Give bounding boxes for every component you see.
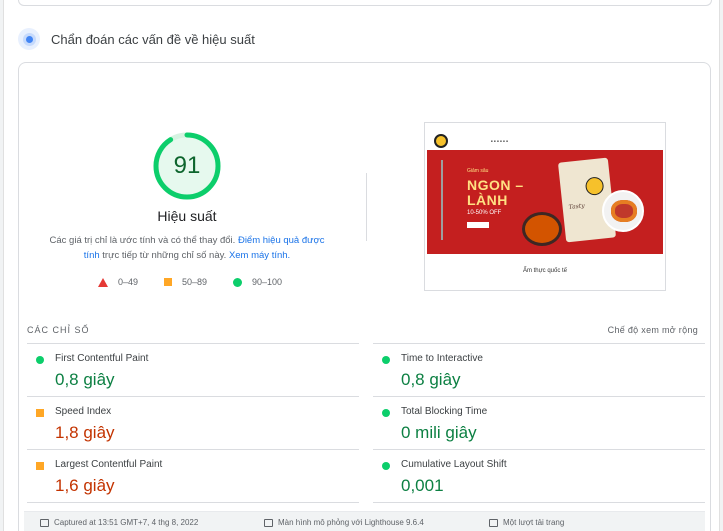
site-logo-icon <box>434 134 448 148</box>
device-text: Màn hình mô phỏng với Lighthouse 9.6.4 <box>278 518 424 527</box>
average-indicator-icon <box>36 462 44 470</box>
metric-value: 1,8 giây <box>55 423 115 442</box>
good-indicator-icon <box>36 356 44 364</box>
legend-label-average: 50–89 <box>182 277 208 287</box>
bag-badge-icon <box>584 176 605 197</box>
screenshot-topbar <box>425 123 665 133</box>
metric-value: 0,001 <box>401 476 444 495</box>
desc-text-1: Các giá trị chỉ là ước tính và có thể th… <box>49 235 238 246</box>
metric-lcp: Largest Contentful Paint 1,6 giây <box>27 450 359 503</box>
metric-value: 0,8 giây <box>55 370 115 389</box>
metrics-column-left: First Contentful Paint 0,8 giây Speed In… <box>27 343 359 503</box>
report-frame: Chẩn đoán các vấn đề về hiệu suất 91 Hiệ… <box>3 0 720 531</box>
metric-name: Speed Index <box>55 406 112 417</box>
legend-item-average: 50–89 <box>164 277 207 287</box>
metrics-label: CÁC CHỈ SỐ <box>27 325 90 335</box>
expanded-view-toggle[interactable]: Chế độ xem mở rộng <box>608 325 698 335</box>
captured-at: Captured at 13:51 GMT+7, 4 thg 8, 2022 <box>40 518 198 527</box>
metric-value: 0,8 giây <box>401 370 461 389</box>
page-load-info: Một lượt tải trang <box>489 518 564 527</box>
metric-value: 1,6 giây <box>55 476 115 495</box>
performance-description: Các giá trị chỉ là ước tính và có thể th… <box>41 233 333 263</box>
page-screenshot[interactable]: ■ ■ ■ ■ ■ ■ Giảm sâu NGON – LÀNH 10-50% O… <box>424 122 666 291</box>
hero-small-text: Giảm sâu <box>467 168 489 174</box>
calculator-link[interactable]: Xem máy tính. <box>229 250 290 261</box>
triangle-red-icon <box>98 277 108 287</box>
good-indicator-icon <box>382 462 390 470</box>
food-plate-image <box>602 190 644 232</box>
performance-card: 91 Hiệu suất Các giá trị chỉ là ước tính… <box>18 62 711 531</box>
metric-tbt: Total Blocking Time 0 mili giây <box>373 397 705 450</box>
legend-label-poor: 0–49 <box>118 277 139 287</box>
screenshot-menu: ■ ■ ■ ■ ■ ■ <box>491 139 509 143</box>
metric-name: Cumulative Layout Shift <box>401 459 507 470</box>
legend-item-good: 90–100 <box>233 277 282 287</box>
pointer-icon <box>489 518 498 527</box>
vertical-divider <box>366 173 367 241</box>
bag-script: Tasty <box>568 202 585 211</box>
good-indicator-icon <box>382 409 390 417</box>
screenshot-section-title: Ẩm thực quốc tế <box>522 268 568 274</box>
metric-name: Total Blocking Time <box>401 406 488 417</box>
section-title: Chẩn đoán các vấn đề về hiệu suất <box>51 31 255 47</box>
hero-big-text: NGON – LÀNH <box>467 177 524 208</box>
square-orange-icon <box>164 278 172 286</box>
metric-speed-index: Speed Index 1,8 giây <box>27 397 359 450</box>
fork-icon <box>441 160 443 240</box>
previous-card-edge <box>18 0 712 6</box>
diagnostics-icon <box>18 28 40 50</box>
screenshot-hero-banner: Giảm sâu NGON – LÀNH 10-50% OFF Tasty <box>427 150 663 254</box>
monitor-icon <box>264 518 273 527</box>
metric-cls: Cumulative Layout Shift 0,001 <box>373 450 705 503</box>
legend-label-good: 90–100 <box>252 277 283 287</box>
metric-name: First Contentful Paint <box>55 353 149 364</box>
legend-item-poor: 0–49 <box>98 277 138 287</box>
metrics-column-right: Time to Interactive 0,8 giây Total Block… <box>373 343 705 503</box>
soup-bowl-image <box>522 212 562 246</box>
good-indicator-icon <box>382 356 390 364</box>
circle-green-icon <box>233 277 242 287</box>
metric-value: 0 mili giây <box>401 423 477 442</box>
metric-fcp: First Contentful Paint 0,8 giây <box>27 344 359 397</box>
device-info: Màn hình mô phỏng với Lighthouse 9.6.4 <box>264 518 424 527</box>
performance-score: 91 <box>173 152 201 179</box>
metric-name: Time to Interactive <box>401 353 483 364</box>
calendar-icon <box>40 518 49 527</box>
desc-text-2: trực tiếp từ những chỉ số này. <box>99 250 229 261</box>
captured-text: Captured at 13:51 GMT+7, 4 thg 8, 2022 <box>54 518 199 527</box>
hero-button <box>467 222 489 228</box>
average-indicator-icon <box>36 409 44 417</box>
metric-name: Largest Contentful Paint <box>55 459 163 470</box>
hero-discount: 10-50% OFF <box>467 210 502 216</box>
section-header: Chẩn đoán các vấn đề về hiệu suất <box>18 28 255 50</box>
score-legend: 0–49 50–89 90–100 <box>19 277 339 291</box>
runtime-settings-bar: Captured at 13:51 GMT+7, 4 thg 8, 2022 M… <box>24 511 705 531</box>
performance-label: Hiệu suất <box>157 208 217 224</box>
page-load-text: Một lượt tải trang <box>503 518 565 527</box>
metric-tti: Time to Interactive 0,8 giây <box>373 344 705 397</box>
